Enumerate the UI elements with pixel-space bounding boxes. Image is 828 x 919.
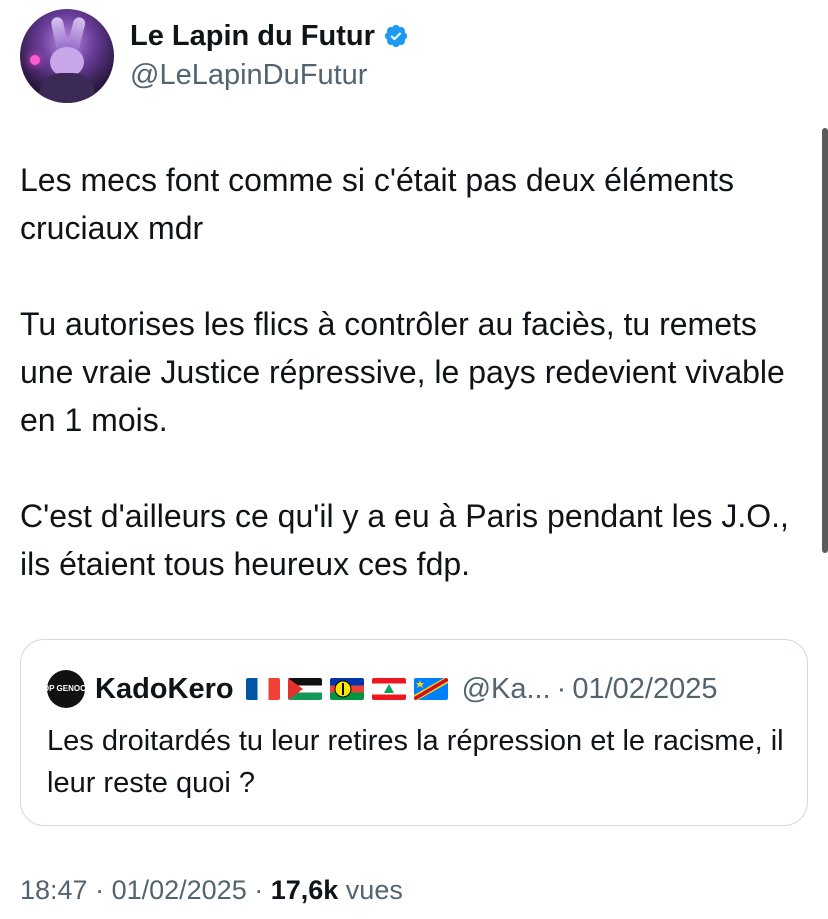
quoted-author-avatar[interactable]: STOP GENOCIDE xyxy=(33,670,99,708)
meta-separator: · xyxy=(246,875,271,905)
lebanon-flag-icon xyxy=(371,678,406,700)
verified-badge-icon xyxy=(384,24,407,48)
author-handle[interactable]: @LeLapinDuFutur xyxy=(130,55,409,95)
quoted-tweet-header: STOP GENOCIDE KadoKero @Ka... · 01/02/20… xyxy=(33,670,718,708)
quoted-tweet-date[interactable]: 01/02/2025 xyxy=(572,673,717,706)
flag-emojis xyxy=(245,678,448,700)
quoted-separator: · xyxy=(556,672,567,705)
scrollbar[interactable] xyxy=(822,128,828,553)
meta-separator: · xyxy=(87,875,112,905)
palestine-flag-icon xyxy=(287,678,322,700)
views-label: vues xyxy=(338,875,403,905)
author-names: Le Lapin du Futur @LeLapinDuFutur xyxy=(130,17,409,95)
france-flag-icon xyxy=(245,678,280,700)
author-avatar[interactable] xyxy=(20,9,114,103)
author-display-name[interactable]: Le Lapin du Futur xyxy=(130,17,375,55)
quoted-author-handle[interactable]: @Ka... xyxy=(462,673,551,706)
quoted-author-display-name[interactable]: KadoKero xyxy=(95,673,234,706)
tweet-body-text: Les mecs font comme si c'était pas deux … xyxy=(20,162,789,582)
quoted-tweet-card[interactable]: STOP GENOCIDE KadoKero @Ka... · 01/02/20… xyxy=(20,639,808,826)
quoted-tweet-text: Les droitardés tu leur retires la répres… xyxy=(47,725,784,799)
new-caledonia-flag-icon xyxy=(329,678,364,700)
tweet-meta: 18:47 · 01/02/2025 · 17,6k vues xyxy=(20,875,403,906)
quoted-avatar-text: STOP GENOCIDE xyxy=(32,684,100,693)
views-count: 17,6k xyxy=(270,875,339,905)
tweet-header: Le Lapin du Futur @LeLapinDuFutur xyxy=(20,8,409,104)
tweet-time[interactable]: 18:47 xyxy=(20,875,88,905)
tweet-date[interactable]: 01/02/2025 xyxy=(112,875,247,905)
congo-flag-icon xyxy=(413,678,448,700)
